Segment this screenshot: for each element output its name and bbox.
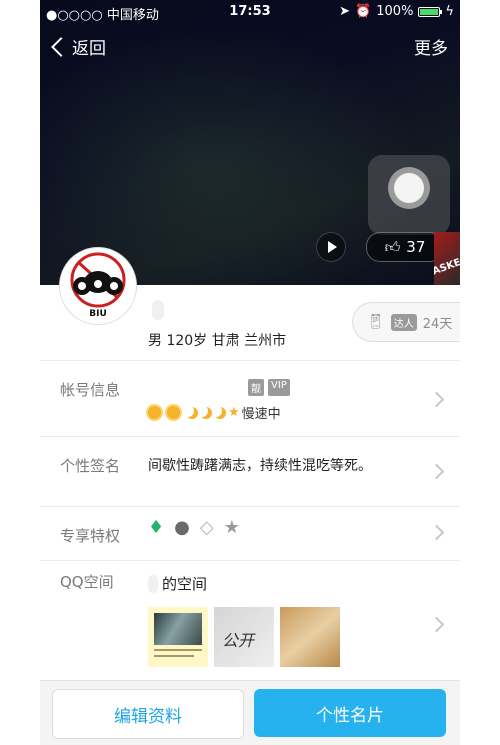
silver-diamond-icon: ◇ <box>199 517 214 538</box>
qzone-label: QQ空间 <box>60 573 114 591</box>
signature-text: 间歇性踌躇满志，持续性混吃等死。 <box>148 458 372 474</box>
chevron-right-icon <box>428 391 445 408</box>
qzone-photo-1[interactable] <box>148 607 208 667</box>
personal-card-button[interactable]: 个性名片 <box>254 689 446 737</box>
nickname-icon <box>152 300 164 320</box>
status-bar: ●○○○○ 中国移动 17:53 ➤ ⏰ 100% ϟ <box>40 0 460 23</box>
play-icon[interactable] <box>316 232 346 262</box>
pretty-number-tag: 靓 <box>248 379 264 396</box>
privilege-label: 专享特权 <box>60 527 121 545</box>
bottom-action-bar: 编辑资料 个性名片 <box>40 680 460 745</box>
moon-icon <box>186 407 198 419</box>
gray-star-icon: ★ <box>223 517 240 538</box>
phone-vibrate-icon: 📱︎ <box>367 314 385 330</box>
nav-bar: 返回 更多 <box>40 34 460 60</box>
moon-icon <box>200 407 212 419</box>
more-button[interactable]: 更多 <box>414 34 448 59</box>
mole-icon: ● <box>174 517 190 538</box>
privilege-row[interactable]: 专享特权 ♦ ● ◇ ★ <box>40 506 460 561</box>
photo-image <box>154 613 202 645</box>
moon-icon <box>214 407 226 419</box>
avatar-logo-icon: BIU <box>70 252 126 319</box>
profile-info: 男 120岁 甘肃 兰州市 <box>148 333 287 349</box>
promo-sticker[interactable]: ASKE <box>434 232 460 285</box>
account-tags: 靓 VIP <box>248 379 290 396</box>
back-label: 返回 <box>72 39 106 59</box>
like-button[interactable]: 👍︎ 37 <box>366 232 444 262</box>
photo-2-text: 公开 <box>222 631 255 650</box>
chevron-right-icon <box>428 463 445 480</box>
promo-text: ASKE <box>434 257 460 278</box>
chevron-left-icon <box>51 36 71 57</box>
photo-caption-line <box>154 649 202 651</box>
vip-tag: VIP <box>268 379 290 396</box>
profile-screen: ●○○○○ 中国移动 17:53 ➤ ⏰ 100% ϟ 返回 更多 👍︎ 37 … <box>40 0 460 745</box>
qzone-row[interactable]: QQ空间 的空间 公开 <box>40 560 460 681</box>
cover-background[interactable]: ●○○○○ 中国移动 17:53 ➤ ⏰ 100% ϟ 返回 更多 👍︎ 37 … <box>40 0 460 285</box>
account-label: 帐号信息 <box>60 381 121 399</box>
chevron-right-icon <box>428 524 445 541</box>
back-button[interactable]: 返回 <box>50 34 106 59</box>
alarm-icon: ⏰ <box>355 4 372 19</box>
charging-icon: ϟ <box>445 4 454 19</box>
avatar[interactable]: BIU <box>60 248 136 324</box>
nickname-icon <box>148 574 158 593</box>
battery-percent: 100% <box>376 4 414 19</box>
signature-label: 个性签名 <box>60 457 121 475</box>
location-icon: ➤ <box>339 4 351 19</box>
talent-days: 24天 <box>422 316 453 332</box>
talent-badge[interactable]: 📱︎ 达人 24天 <box>352 302 460 342</box>
qzone-photo-2[interactable]: 公开 <box>214 607 274 667</box>
level-icons: ★ 慢速中 <box>148 403 281 422</box>
signature-row[interactable]: 个性签名 间歇性踌躇满志，持续性混吃等死。 <box>40 436 460 507</box>
chevron-right-icon <box>428 616 445 633</box>
like-count: 37 <box>406 238 426 256</box>
status-right: ➤ ⏰ 100% ϟ <box>339 4 454 19</box>
edit-profile-button[interactable]: 编辑资料 <box>52 689 244 739</box>
svg-text:BIU: BIU <box>89 309 107 319</box>
thumbs-up-icon: 👍︎ <box>384 237 401 256</box>
assistive-dot <box>394 173 424 203</box>
sun-icon <box>148 406 161 419</box>
star-icon: ★ <box>228 405 240 420</box>
qzone-thumbnails: 公开 <box>148 607 340 667</box>
sun-icon <box>167 406 180 419</box>
qzone-title: 的空间 <box>148 573 207 594</box>
green-diamond-icon: ♦ <box>148 517 165 538</box>
battery-icon <box>418 6 443 17</box>
photo-caption-line <box>154 655 194 657</box>
privilege-icons: ♦ ● ◇ ★ <box>148 517 240 539</box>
account-info-row[interactable]: 帐号信息 靓 VIP ★ 慢速中 <box>40 360 460 437</box>
speed-status: 慢速中 <box>241 407 281 422</box>
talent-tag: 达人 <box>390 313 417 331</box>
qzone-title-text: 的空间 <box>162 575 208 593</box>
assistive-touch-button[interactable] <box>368 155 450 235</box>
qzone-photo-3[interactable] <box>280 607 340 667</box>
